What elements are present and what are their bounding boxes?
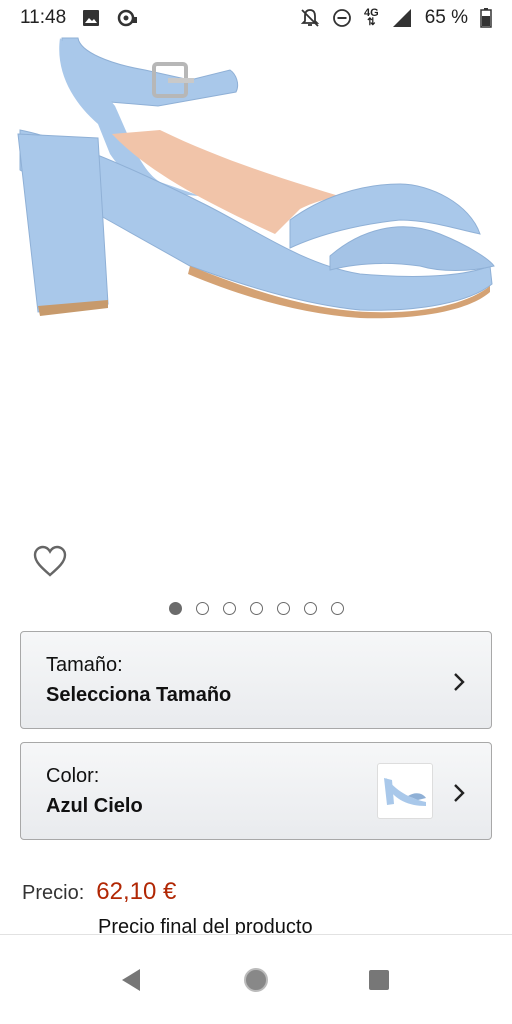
color-selector-button[interactable]: Color: Azul Cielo (20, 742, 492, 840)
image-icon (82, 9, 100, 27)
size-selector-button[interactable]: Tamaño: Selecciona Tamaño (20, 631, 492, 729)
color-swatch-thumbnail (377, 763, 433, 819)
color-label: Color: (46, 765, 100, 787)
battery-icon (480, 8, 492, 28)
network-type: 4G ⇅ (364, 8, 379, 28)
page-dot[interactable] (222, 602, 236, 615)
price-value: 62,10 € (96, 878, 177, 905)
page-dot[interactable] (249, 602, 263, 615)
sync-icon (116, 9, 138, 27)
chevron-right-icon (449, 781, 469, 805)
status-right: 4G ⇅ 65 % (300, 7, 492, 29)
page-dot[interactable] (276, 602, 290, 615)
price-label: Precio: (22, 882, 85, 904)
status-bar: 11:48 4G ⇅ 65 % (0, 0, 512, 36)
recent-apps-icon[interactable] (364, 965, 394, 995)
size-label: Tamaño: (46, 654, 123, 676)
page-dot[interactable] (168, 602, 182, 615)
size-value: Selecciona Tamaño (46, 684, 232, 706)
price-row: Precio: 62,10 € (22, 878, 176, 906)
color-value: Azul Cielo (46, 795, 143, 817)
system-nav-bar (0, 934, 512, 1024)
wishlist-heart-icon[interactable] (32, 544, 68, 580)
image-pagination-dots (0, 602, 512, 618)
do-not-disturb-icon (332, 8, 352, 28)
status-time: 11:48 (20, 7, 67, 28)
status-left: 11:48 (20, 7, 138, 29)
notifications-off-icon (300, 8, 320, 28)
page-dot[interactable] (195, 602, 209, 615)
back-icon[interactable] (116, 965, 146, 995)
data-arrows-icon: ⇅ (367, 17, 376, 28)
chevron-right-icon (449, 670, 469, 694)
page-dot[interactable] (303, 602, 317, 615)
battery-percent: 65 % (424, 7, 468, 28)
page-dot[interactable] (330, 602, 344, 615)
signal-icon (391, 8, 413, 28)
product-image[interactable] (0, 34, 512, 334)
home-icon[interactable] (241, 965, 271, 995)
